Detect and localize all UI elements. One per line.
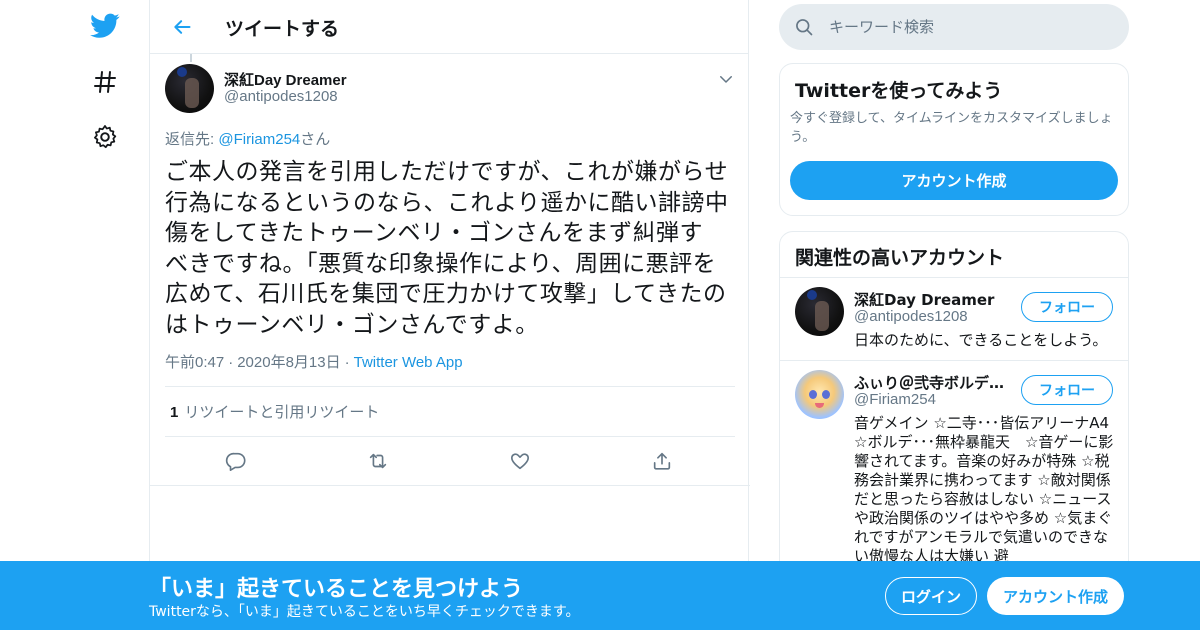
avatar[interactable] <box>795 370 844 419</box>
tweet-text-line: 行為になるというのなら、これより遥かに酷い誹謗中 <box>165 189 729 216</box>
retweet-stats[interactable]: 1 リツイートと引用リツイート <box>170 401 379 422</box>
tweet-text-line: 傷をしてきたトゥーンベリ・ゴンさんをまず糾弾す <box>165 220 703 246</box>
divider <box>165 386 735 387</box>
login-button[interactable]: ログイン <box>885 577 977 615</box>
related-account-bio: 音ゲメイン ☆二寺･･･皆伝アリーナA4 ☆ボルデ･･･無枠暴龍天 ☆音ゲーに影… <box>854 414 1125 565</box>
reply-prefix: 返信先: <box>165 131 219 148</box>
search-input[interactable] <box>829 14 1109 40</box>
like-icon[interactable] <box>507 448 533 474</box>
signup-button[interactable]: アカウント作成 <box>987 577 1124 615</box>
gear-icon[interactable] <box>88 120 122 154</box>
tweet-text: ご本人の発言を引用しただけですが、これが嫌がらせ 行為になるというのなら、これよ… <box>165 157 740 340</box>
tweet-text-line: はトゥーンベリ・ゴンさんですよ。 <box>165 311 539 338</box>
avatar[interactable] <box>795 287 844 336</box>
reply-context: 返信先: @Firiam254さん <box>165 128 330 149</box>
tweet-text-line: ご本人の発言を引用しただけですが、これが嫌がらせ <box>165 159 729 185</box>
search-bar <box>779 4 1129 50</box>
meta-separator: · <box>228 354 234 371</box>
divider <box>150 485 750 486</box>
search-icon <box>794 17 814 37</box>
tweet-text-line: 広めて、石川氏を集団で圧力かけて攻撃」してきたの <box>165 281 727 307</box>
related-account-name[interactable]: ふぃり＠弐寺ボルデ… <box>854 372 1014 393</box>
tweet-time[interactable]: 午前0:47 <box>165 354 224 371</box>
author-handle[interactable]: @antipodes1208 <box>224 88 338 105</box>
meta-separator: · <box>344 354 350 371</box>
avatar[interactable] <box>165 64 214 113</box>
main-column: ツイートする 深紅Day Dreamer @antipodes1208 返信先:… <box>149 0 750 630</box>
banner-title: 「いま」起きていることを見つけよう <box>149 577 524 602</box>
chevron-down-icon[interactable] <box>717 70 735 88</box>
hashtag-icon[interactable] <box>88 65 122 99</box>
related-account-item[interactable]: ふぃり＠弐寺ボルデ… @Firiam254 フォロー 音ゲメイン ☆二寺･･･皆… <box>780 361 1128 590</box>
retweet-count: 1 <box>170 404 179 421</box>
page-title: ツイートする <box>225 18 340 40</box>
reply-icon[interactable] <box>223 448 249 474</box>
tweet-actions <box>165 448 735 474</box>
reply-suffix: さん <box>300 131 331 148</box>
banner-subtitle: Twitterなら、「いま」起きていることをいち早くチェックできます。 <box>149 604 580 620</box>
follow-button[interactable]: フォロー <box>1021 292 1113 322</box>
signup-card-description: 今すぐ登録して、タイムラインをカスタマイズしましょう。 <box>790 111 1113 145</box>
page-header: ツイートする <box>150 0 748 54</box>
related-accounts-card: 関連性の高いアカウント 深紅Day Dreamer @antipodes1208… <box>779 231 1129 591</box>
tweet-source-link[interactable]: Twitter Web App <box>354 354 463 371</box>
twitter-bird-icon[interactable] <box>88 9 122 43</box>
divider <box>165 436 735 437</box>
reply-mention-link[interactable]: @Firiam254 <box>218 131 300 148</box>
left-nav <box>80 0 130 630</box>
related-account-handle[interactable]: @Firiam254 <box>854 391 936 408</box>
back-arrow-icon[interactable] <box>168 13 196 41</box>
signup-card-title: Twitterを使ってみよう <box>795 80 1003 102</box>
thread-connector <box>190 54 192 62</box>
share-icon[interactable] <box>649 448 675 474</box>
retweet-icon[interactable] <box>365 448 391 474</box>
tweet-text-line: べきですね。「悪質な印象操作により、周囲に悪評を <box>165 250 717 277</box>
tweet-meta: 午前0:47 · 2020年8月13日 · Twitter Web App <box>165 351 463 372</box>
related-account-item[interactable]: 深紅Day Dreamer @antipodes1208 フォロー 日本のために… <box>780 278 1128 360</box>
create-account-button[interactable]: アカウント作成 <box>790 161 1118 200</box>
tweet-date[interactable]: 2020年8月13日 <box>237 354 340 371</box>
signup-card: Twitterを使ってみよう 今すぐ登録して、タイムラインをカスタマイズしましょ… <box>779 63 1129 216</box>
author-display-name[interactable]: 深紅Day Dreamer <box>224 69 347 90</box>
follow-button[interactable]: フォロー <box>1021 375 1113 405</box>
related-account-handle[interactable]: @antipodes1208 <box>854 308 968 325</box>
retweet-label: リツイートと引用リツイート <box>184 404 380 421</box>
related-accounts-title: 関連性の高いアカウント <box>795 247 1005 269</box>
related-account-name[interactable]: 深紅Day Dreamer <box>854 289 1014 310</box>
signup-banner: 「いま」起きていることを見つけよう Twitterなら、「いま」起きていることを… <box>0 561 1200 630</box>
related-account-bio: 日本のために、できることをしよう。 <box>854 331 1108 349</box>
